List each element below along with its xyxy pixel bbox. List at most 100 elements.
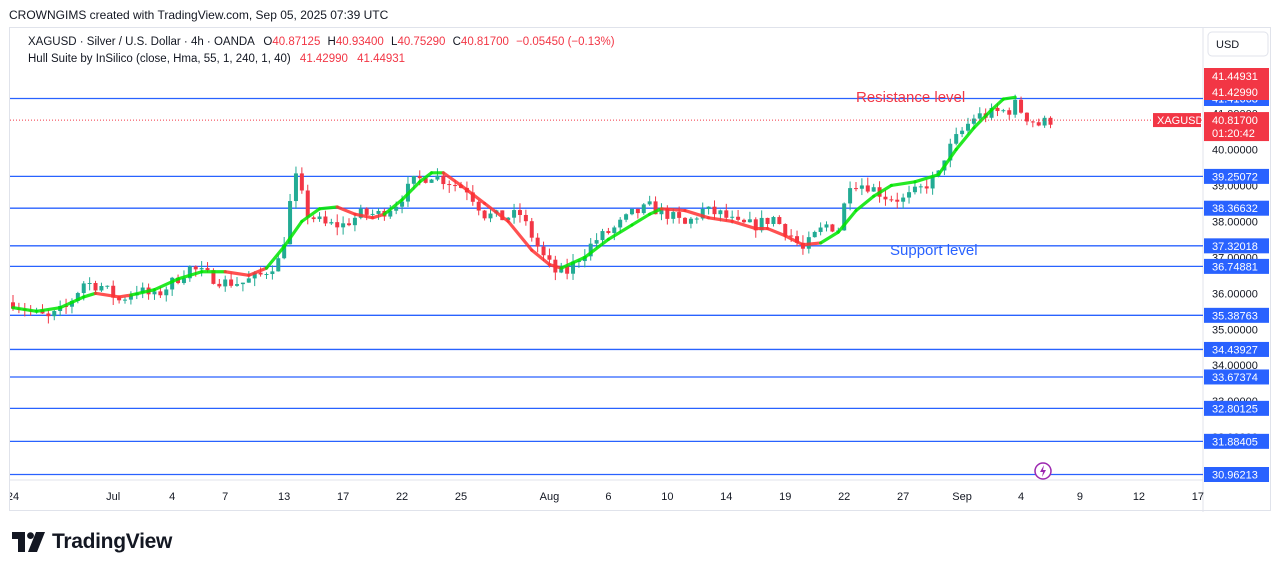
candle-body bbox=[299, 173, 304, 191]
price-chart[interactable]: 40.0000039.0000038.0000037.0000036.00000… bbox=[10, 28, 1272, 512]
candle-body bbox=[199, 268, 204, 270]
candle-body bbox=[688, 218, 693, 224]
candle-body bbox=[706, 206, 711, 209]
candle-body bbox=[270, 271, 275, 275]
level-price-label: 30.96213 bbox=[1212, 470, 1258, 482]
candle-body bbox=[512, 210, 517, 218]
x-tick-label: 6 bbox=[605, 491, 611, 503]
candle-body bbox=[1024, 112, 1029, 122]
tradingview-logo: TradingView bbox=[12, 530, 172, 554]
candle-body bbox=[641, 204, 646, 214]
hull-suite-segment bbox=[400, 180, 422, 202]
x-tick-label: 13 bbox=[278, 491, 290, 503]
x-tick-label: 14 bbox=[720, 491, 732, 503]
candle-body bbox=[240, 282, 245, 285]
candle-body bbox=[618, 219, 623, 228]
candle-body bbox=[441, 175, 446, 185]
currency-label: USD bbox=[1216, 39, 1239, 51]
level-price-label: 37.32018 bbox=[1212, 241, 1258, 253]
x-tick-label: 24 bbox=[10, 491, 19, 503]
x-tick-label: 17 bbox=[337, 491, 349, 503]
candle-body bbox=[629, 208, 634, 215]
hull-suite-segment bbox=[264, 244, 286, 270]
tradingview-wordmark: TradingView bbox=[52, 530, 173, 553]
chart-frame[interactable]: 40.00000 39.00000 38.00000 37.00000 36.00000… bbox=[9, 27, 1272, 512]
candle-body bbox=[205, 268, 210, 271]
candle-body bbox=[293, 173, 298, 202]
hull-suite-segment bbox=[707, 216, 734, 223]
candle-body bbox=[99, 286, 104, 291]
candle-body bbox=[311, 217, 316, 220]
y-tick-label: 38.00000 bbox=[1212, 216, 1258, 228]
hull-suite-segment bbox=[247, 266, 269, 277]
support-annotation: Support level bbox=[890, 242, 978, 259]
candle-body bbox=[830, 224, 835, 232]
candle-body bbox=[1013, 99, 1018, 115]
legend-low: 40.75290 bbox=[397, 36, 446, 48]
level-price-label: 31.88405 bbox=[1212, 436, 1258, 448]
x-tick-label: 25 bbox=[455, 491, 467, 503]
hull-suite-segment bbox=[659, 207, 687, 213]
candle-body bbox=[352, 217, 357, 226]
candle-body bbox=[712, 206, 717, 215]
hull-suite-segment bbox=[783, 234, 805, 247]
candle-body bbox=[81, 283, 86, 294]
hull-value-label: 41.44931 bbox=[1212, 71, 1258, 83]
level-price-label: 32.80125 bbox=[1212, 403, 1258, 415]
legend-open: 40.87125 bbox=[272, 36, 321, 48]
hull-suite-segment bbox=[954, 126, 976, 152]
y-tick-label: 36.00000 bbox=[1212, 288, 1258, 300]
hull-suite-segment bbox=[93, 291, 121, 299]
x-tick-label: 4 bbox=[169, 491, 175, 503]
x-tick-label: Sep bbox=[952, 491, 972, 503]
hull-suite-segment bbox=[483, 201, 510, 223]
legend-row-symbol: XAGUSD · Silver / U.S. Dollar · 4h · OAN… bbox=[28, 36, 615, 48]
candle-body bbox=[123, 299, 128, 301]
candle-body bbox=[1036, 122, 1041, 126]
candle-body bbox=[848, 188, 853, 204]
hull-suite-segment bbox=[547, 262, 563, 270]
level-price-label: 39.25072 bbox=[1212, 171, 1258, 183]
candle-body bbox=[977, 113, 982, 119]
hull-suite-segment bbox=[630, 212, 652, 227]
candle-body bbox=[341, 223, 346, 228]
credit-line: CROWNGIMS created with TradingView.com, … bbox=[9, 8, 389, 22]
candle-body bbox=[87, 282, 92, 284]
candle-body bbox=[223, 279, 228, 287]
hull-suite-segment bbox=[836, 208, 858, 234]
candle-body bbox=[1019, 99, 1024, 113]
candle-body bbox=[476, 201, 481, 211]
candle-body bbox=[1007, 110, 1012, 115]
legend-change: −0.05450 (−0.13%) bbox=[516, 36, 615, 48]
hull-suite-segment bbox=[82, 291, 98, 299]
candle-body bbox=[960, 130, 965, 135]
candle-body bbox=[718, 210, 723, 215]
candle-body bbox=[158, 291, 163, 296]
bar-countdown: 01:20:42 bbox=[1212, 128, 1255, 140]
level-price-label: 33.67374 bbox=[1212, 372, 1258, 384]
level-price-label: 38.36632 bbox=[1212, 203, 1258, 215]
candle-body bbox=[335, 222, 340, 228]
hull-suite-segment bbox=[972, 108, 994, 130]
candle-body bbox=[677, 212, 682, 218]
candle-body bbox=[777, 217, 782, 225]
hull-suite-segment bbox=[223, 270, 251, 277]
candle-body bbox=[889, 199, 894, 201]
hull-suite-segment bbox=[11, 306, 39, 313]
candle-body bbox=[323, 216, 328, 224]
hull-suite-segment bbox=[683, 208, 711, 220]
x-tick-label: 27 bbox=[897, 491, 909, 503]
x-tick-label: Jul bbox=[106, 491, 120, 503]
candle-body bbox=[347, 223, 352, 226]
candle-body bbox=[435, 175, 440, 180]
candle-body bbox=[1001, 110, 1006, 112]
x-tick-label: 17 bbox=[1192, 491, 1204, 503]
candle-body bbox=[995, 107, 1000, 112]
hull-suite-segment bbox=[34, 306, 62, 313]
x-tick-label: 9 bbox=[1077, 491, 1083, 503]
x-tick-label: 10 bbox=[661, 491, 673, 503]
candle-body bbox=[1030, 121, 1035, 123]
candle-body bbox=[258, 272, 263, 275]
hull-suite-segment bbox=[441, 171, 463, 188]
x-tick-label: 22 bbox=[838, 491, 850, 503]
